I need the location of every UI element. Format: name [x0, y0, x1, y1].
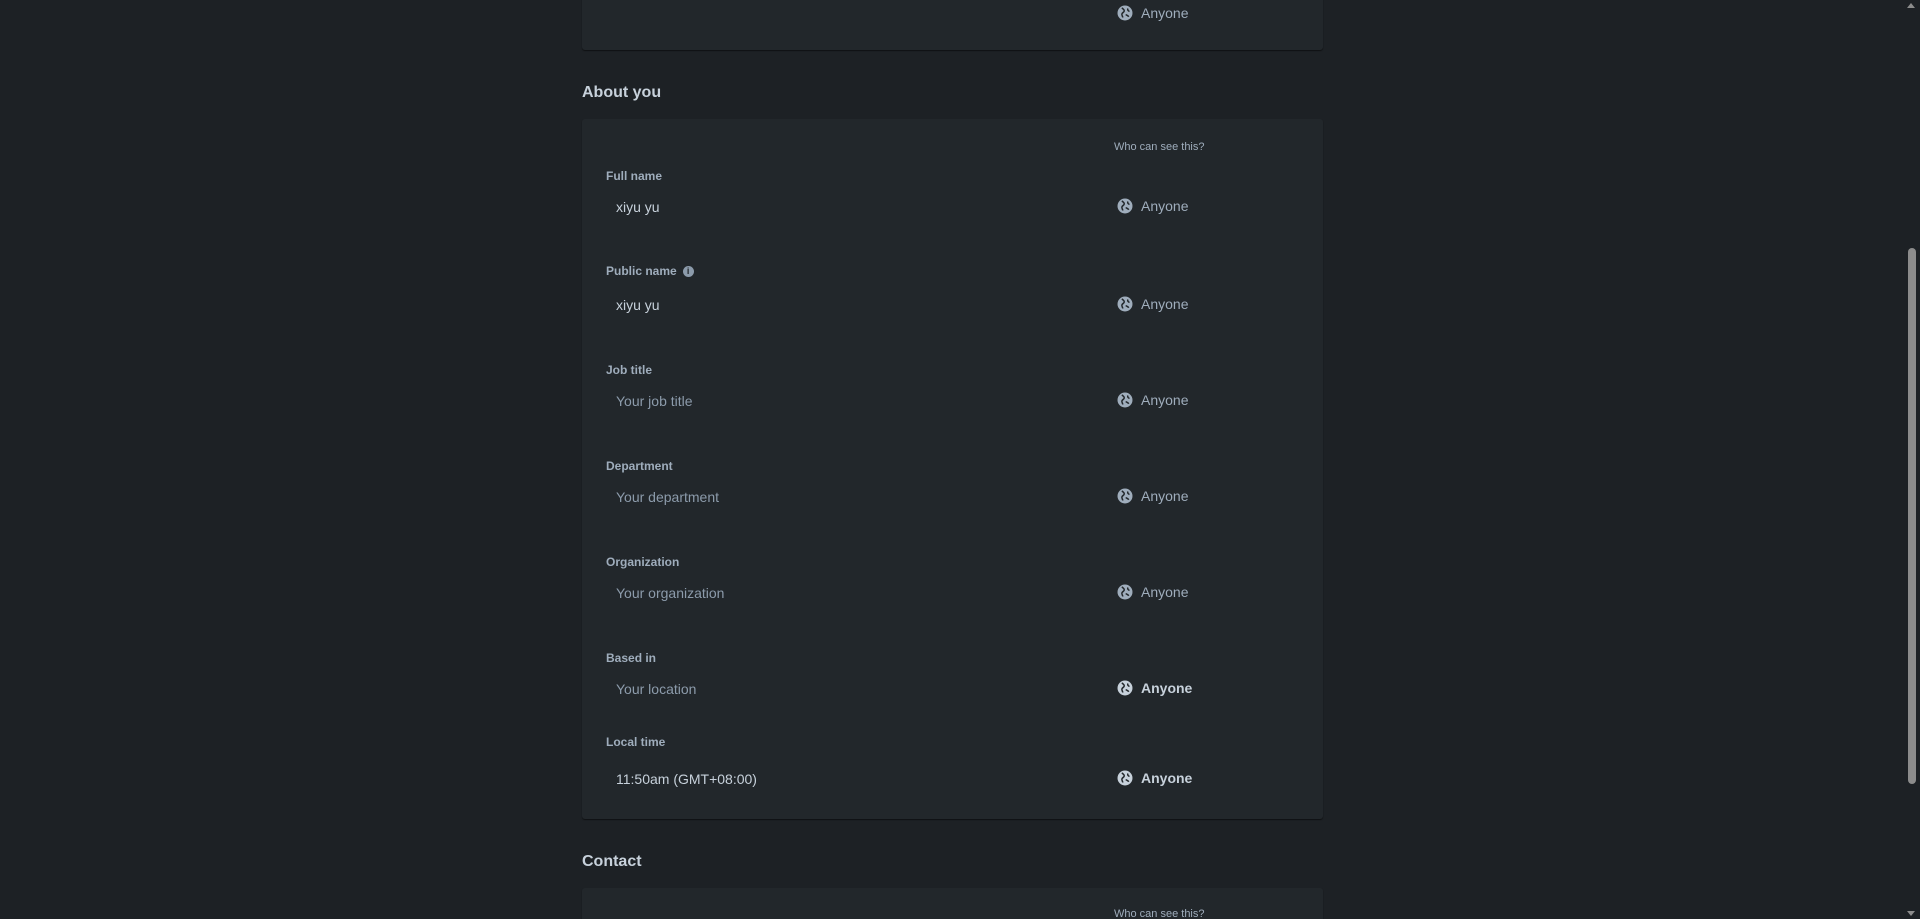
info-icon[interactable]: i — [682, 265, 694, 277]
visibility-label: Anyone — [1141, 198, 1189, 214]
local-time-value: 11:50am (GMT+08:00) — [616, 771, 757, 787]
vertical-scrollbar[interactable] — [1903, 0, 1920, 919]
based-in-field[interactable]: Your location — [616, 681, 696, 697]
local-time-visibility-selector[interactable]: Anyone — [1116, 769, 1192, 787]
scroll-up-arrow-icon[interactable] — [1907, 3, 1915, 8]
visibility-label: Anyone — [1141, 5, 1189, 21]
field-label-organization: Organization — [606, 555, 680, 569]
section-title-contact: Contact — [582, 853, 642, 870]
public-name-visibility-selector[interactable]: Anyone — [1116, 295, 1188, 313]
globe-icon — [1117, 770, 1133, 786]
globe-icon — [1117, 584, 1133, 600]
section-title-about-you: About you — [582, 84, 662, 101]
field-label-department: Department — [606, 459, 673, 473]
department-field[interactable]: Your department — [616, 489, 719, 505]
organization-field[interactable]: Your organization — [616, 585, 724, 601]
globe-icon — [1117, 296, 1133, 312]
field-label-full-name: Full name — [606, 169, 663, 183]
visibility-label: Anyone — [1141, 770, 1193, 786]
scroll-down-arrow-icon[interactable] — [1907, 911, 1915, 916]
visibility-label: Anyone — [1141, 584, 1189, 600]
who-can-see-label: Who can see this? — [1114, 141, 1205, 153]
department-visibility-selector[interactable]: Anyone — [1116, 487, 1188, 505]
who-can-see-label: Who can see this? — [1114, 908, 1205, 919]
globe-icon — [1117, 198, 1133, 214]
visibility-selector[interactable]: Anyone — [1116, 4, 1188, 22]
globe-icon — [1117, 5, 1133, 21]
field-label-public-name: Public name i — [606, 264, 694, 278]
about-you-card: Who can see this? Full name xiyu yu Anyo… — [582, 119, 1323, 819]
job-title-visibility-selector[interactable]: Anyone — [1116, 391, 1188, 409]
field-label-local-time: Local time — [606, 735, 666, 749]
full-name-field[interactable]: xiyu yu — [616, 199, 660, 215]
visibility-label: Anyone — [1141, 488, 1189, 504]
profile-page: Anyone About you Who can see this? Full … — [0, 0, 1920, 919]
scrollbar-thumb[interactable] — [1908, 248, 1916, 784]
globe-icon — [1117, 488, 1133, 504]
previous-section-card: Anyone — [582, 0, 1323, 50]
visibility-label: Anyone — [1141, 296, 1189, 312]
globe-icon — [1117, 392, 1133, 408]
visibility-label: Anyone — [1141, 392, 1189, 408]
based-in-visibility-selector[interactable]: Anyone — [1116, 679, 1192, 697]
organization-visibility-selector[interactable]: Anyone — [1116, 583, 1188, 601]
field-label-job-title: Job title — [606, 363, 653, 377]
job-title-field[interactable]: Your job title — [616, 393, 693, 409]
globe-icon — [1117, 680, 1133, 696]
visibility-label: Anyone — [1141, 680, 1193, 696]
field-label-based-in: Based in — [606, 651, 657, 665]
public-name-field[interactable]: xiyu yu — [616, 297, 660, 313]
contact-card: Who can see this? — [582, 888, 1323, 919]
full-name-visibility-selector[interactable]: Anyone — [1116, 197, 1188, 215]
